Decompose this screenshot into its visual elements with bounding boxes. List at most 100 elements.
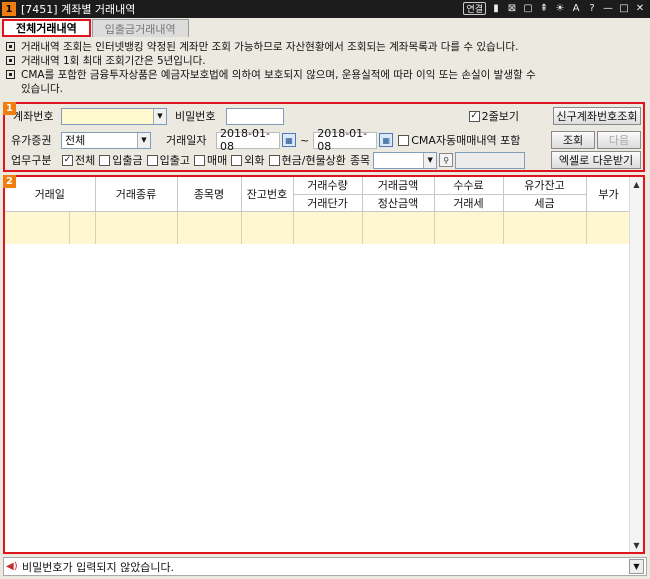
item-label: 종목 bbox=[349, 154, 371, 167]
securities-value: 전체 bbox=[65, 134, 86, 147]
minimize-icon[interactable]: — bbox=[602, 2, 614, 15]
grid-cell[interactable] bbox=[586, 211, 632, 244]
check-all[interactable]: ✓ bbox=[62, 154, 73, 166]
check-transfer[interactable] bbox=[146, 154, 158, 166]
grid-cell[interactable] bbox=[293, 211, 363, 244]
table-row[interactable] bbox=[5, 211, 632, 244]
date-label: 거래일자 bbox=[166, 134, 207, 147]
tab-bar: 전체거래내역 입출금거래내역 bbox=[2, 19, 190, 37]
grid-cell[interactable] bbox=[241, 211, 294, 244]
check-trade-label: 매매 bbox=[207, 154, 228, 167]
scroll-down-icon[interactable]: ▼ bbox=[630, 538, 643, 552]
pin-icon[interactable]: ⇞ bbox=[538, 2, 550, 15]
status-bar: ◀) 비밀번호가 입력되지 않았습니다. ▼ bbox=[3, 557, 647, 576]
tab-all-transactions[interactable]: 전체거래내역 bbox=[2, 19, 91, 37]
print-icon[interactable]: ⊠ bbox=[506, 2, 518, 15]
section-badge: 1 bbox=[3, 102, 16, 115]
status-message: 비밀번호가 입력되지 않았습니다. bbox=[22, 560, 175, 574]
notice-text: 거래내역 1회 최대 조회기간은 5년입니다. bbox=[21, 55, 206, 67]
two-line-label: 2줄보기 bbox=[481, 110, 519, 123]
query-button[interactable]: 조회 bbox=[551, 131, 595, 149]
check-forex[interactable] bbox=[231, 154, 243, 166]
notice-box: 거래내역 조회는 인터넷뱅킹 약정된 계좌만 조회 가능하므로 자산현황에서 조… bbox=[4, 40, 646, 96]
calendar-icon[interactable]: ▦ bbox=[379, 133, 394, 147]
check-deposit-label: 입출금 bbox=[112, 154, 143, 167]
grid-cell[interactable] bbox=[362, 211, 435, 244]
transaction-grid: 2 거래일 거래종류 종목명 잔고번호 거래수량 거래금액 수수료 유가잔고 부… bbox=[3, 175, 645, 554]
chevron-down-icon[interactable]: ▼ bbox=[629, 559, 644, 574]
excel-download-button[interactable]: 엑셀로 다운받기 bbox=[551, 151, 641, 169]
tab-deposit-withdrawal[interactable]: 입출금거래내역 bbox=[91, 19, 189, 37]
col-header-balance-no[interactable]: 잔고번호 bbox=[241, 177, 294, 212]
chevron-down-icon[interactable]: ▼ bbox=[137, 132, 150, 148]
notice-line: 거래내역 1회 최대 조회기간은 5년입니다. bbox=[4, 54, 646, 68]
next-button[interactable]: 다음 bbox=[597, 131, 641, 149]
new-account-lookup-button[interactable]: 신구계좌번호조회 bbox=[553, 107, 641, 125]
check-redemption[interactable] bbox=[268, 154, 280, 166]
item-select[interactable]: ▼ bbox=[373, 151, 438, 169]
search-icon[interactable]: ⚲ bbox=[439, 153, 454, 167]
chevron-down-icon[interactable]: ▼ bbox=[153, 108, 166, 124]
copy-icon[interactable]: ▢ bbox=[522, 2, 534, 15]
section-badge: 2 bbox=[3, 175, 16, 188]
chevron-down-icon[interactable]: ▼ bbox=[423, 152, 437, 168]
col-header-settle-amount[interactable]: 정산금액 bbox=[362, 194, 435, 212]
col-header-item-name[interactable]: 종목명 bbox=[177, 177, 242, 212]
settings-icon[interactable]: ☀ bbox=[554, 2, 566, 15]
check-deposit[interactable] bbox=[99, 154, 111, 166]
col-header-unit-price[interactable]: 거래단가 bbox=[293, 194, 363, 212]
close-icon[interactable]: ✕ bbox=[634, 2, 646, 15]
bullet-icon bbox=[6, 70, 15, 79]
grid-cell[interactable] bbox=[69, 211, 96, 244]
bullet-icon bbox=[6, 42, 15, 51]
font-size-icon[interactable]: A bbox=[570, 2, 582, 15]
check-transfer-label: 입출고 bbox=[159, 154, 190, 167]
grid-cell[interactable] bbox=[5, 211, 70, 244]
notice-line: CMA를 포함한 금융투자상품은 예금자보호법에 의하여 보호되지 않으며, 운… bbox=[4, 68, 646, 82]
password-field[interactable] bbox=[226, 107, 284, 125]
col-header-tax[interactable]: 거래세 bbox=[434, 194, 504, 212]
window-titlebar: 1 [7451] 계좌별 거래내역 연결 ▮ ⊠ ▢ ⇞ ☀ A ? — □ ✕ bbox=[0, 0, 650, 18]
grid-cell[interactable] bbox=[434, 211, 504, 244]
col-header-vat[interactable]: 부가 bbox=[586, 177, 632, 212]
notice-text: 있습니다. bbox=[21, 83, 63, 95]
securities-label: 유가증권 bbox=[11, 134, 52, 147]
bullet-icon bbox=[6, 56, 15, 65]
securities-select[interactable]: 전체 ▼ bbox=[61, 131, 151, 149]
item-name-field[interactable] bbox=[455, 151, 526, 169]
account-label: 계좌번호 bbox=[13, 110, 54, 123]
account-select[interactable]: ▼ bbox=[61, 107, 167, 125]
date-from-field[interactable]: 2018-01-08 bbox=[216, 127, 280, 153]
link-icon[interactable]: 연결 bbox=[463, 2, 486, 15]
notice-text: CMA를 포함한 금융투자상품은 예금자보호법에 의하여 보호되지 않으며, 운… bbox=[21, 69, 536, 81]
col-header-levy[interactable]: 세금 bbox=[503, 194, 587, 212]
calendar-icon[interactable]: ▦ bbox=[282, 133, 296, 147]
col-header-qty[interactable]: 거래수량 bbox=[293, 177, 363, 195]
two-line-checkbox[interactable]: ✓ bbox=[468, 110, 480, 122]
col-header-trade-type[interactable]: 거래종류 bbox=[95, 177, 178, 212]
grid-cell[interactable] bbox=[95, 211, 178, 244]
date-to-field[interactable]: 2018-01-08 bbox=[313, 127, 378, 153]
bookmark-icon[interactable]: ▮ bbox=[490, 2, 502, 15]
window-title: [7451] 계좌별 거래내역 bbox=[21, 3, 136, 16]
cma-checkbox[interactable] bbox=[398, 134, 410, 146]
col-header-amount[interactable]: 거래금액 bbox=[362, 177, 435, 195]
speaker-icon: ◀) bbox=[6, 561, 18, 572]
notice-line: 있습니다. bbox=[4, 82, 646, 96]
password-label: 비밀번호 bbox=[175, 110, 216, 123]
grid-cell[interactable] bbox=[503, 211, 587, 244]
type-label: 업무구분 bbox=[11, 154, 52, 167]
check-trade[interactable] bbox=[194, 154, 205, 166]
help-icon[interactable]: ? bbox=[586, 2, 598, 15]
vertical-scrollbar[interactable]: ▲ ▼ bbox=[629, 177, 643, 552]
notice-line: 거래내역 조회는 인터넷뱅킹 약정된 계좌만 조회 가능하므로 자산현황에서 조… bbox=[4, 40, 646, 54]
col-header-trade-date[interactable]: 거래일 bbox=[5, 177, 96, 212]
check-all-label: 전체 bbox=[75, 154, 96, 167]
scroll-up-icon[interactable]: ▲ bbox=[630, 177, 643, 191]
search-panel: 1 계좌번호 ▼ 비밀번호 ✓ 2줄보기 신구계좌번호조회 유가증권 전체 ▼ … bbox=[3, 102, 645, 172]
grid-cell[interactable] bbox=[177, 211, 242, 244]
col-header-fee[interactable]: 수수료 bbox=[434, 177, 504, 195]
cma-label: CMA자동매매내역 포함 bbox=[411, 134, 521, 147]
col-header-sec-balance[interactable]: 유가잔고 bbox=[503, 177, 587, 195]
maximize-icon[interactable]: □ bbox=[618, 2, 630, 15]
